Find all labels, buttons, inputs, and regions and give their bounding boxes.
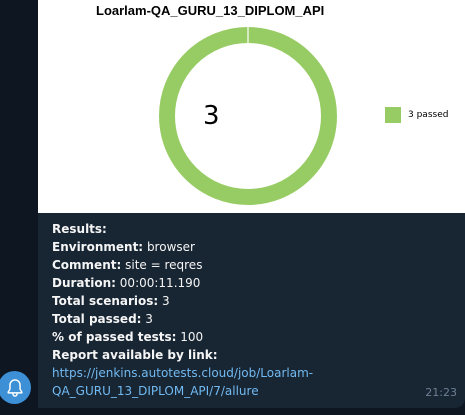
duration-label: Duration: — [52, 276, 116, 290]
environment-line: Environment: browser — [52, 238, 313, 256]
environment-label: Environment: — [52, 240, 144, 254]
chart-legend: 3 passed — [385, 107, 448, 123]
comment-line: Comment: site = reqres — [52, 256, 313, 274]
report-link-line1[interactable]: https://jenkins.autotests.cloud/job/Loar… — [52, 364, 313, 382]
chart-title: Loarlam-QA_GURU_13_DIPLOM_API — [96, 3, 325, 18]
message-caption: Results: Environment: browser Comment: s… — [52, 220, 313, 400]
donut-slice-passed — [159, 27, 337, 205]
total-passed-label: Total passed: — [52, 312, 142, 326]
report-link-line2[interactable]: QA_GURU_13_DIPLOM_API/7/allure — [52, 382, 313, 400]
donut-chart — [159, 27, 337, 205]
percent-passed-line: % of passed tests: 100 — [52, 328, 313, 346]
duration-line: Duration: 00:00:11.190 — [52, 274, 313, 292]
chart-image[interactable]: Loarlam-QA_GURU_13_DIPLOM_API 3 3 passed — [38, 0, 465, 213]
total-scenarios-line: Total scenarios: 3 — [52, 292, 313, 310]
legend-label: 3 passed — [408, 110, 449, 120]
notifications-button[interactable] — [0, 371, 31, 404]
results-heading: Results: — [52, 222, 107, 236]
environment-value: browser — [146, 240, 195, 254]
total-scenarios-label: Total scenarios: — [52, 294, 159, 308]
bell-icon — [6, 378, 23, 397]
comment-label: Comment: — [52, 258, 122, 272]
total-passed-line: Total passed: 3 — [52, 310, 313, 328]
message-time: 21:23 — [425, 386, 457, 399]
percent-passed-label: % of passed tests: — [52, 330, 177, 344]
comment-value: site = reqres — [125, 258, 203, 272]
message-bubble: Loarlam-QA_GURU_13_DIPLOM_API 3 3 passed… — [38, 0, 465, 408]
percent-passed-value: 100 — [180, 330, 204, 344]
total-passed-value: 3 — [145, 312, 153, 326]
legend-swatch — [385, 107, 401, 123]
total-scenarios-value: 3 — [162, 294, 170, 308]
donut-center-value: 3 — [203, 101, 220, 131]
duration-value: 00:00:11.190 — [119, 276, 201, 290]
report-label: Report available by link: — [52, 348, 218, 362]
